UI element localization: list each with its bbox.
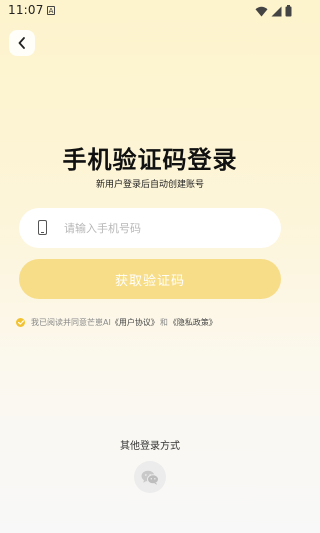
status-time: 11:07: [8, 3, 44, 17]
page-title: 手机验证码登录: [62, 146, 238, 174]
wifi-icon: [255, 6, 268, 16]
phone-icon: [38, 220, 47, 235]
agreement-and: 和: [159, 317, 168, 327]
cellular-signal-icon: [271, 6, 282, 16]
wechat-icon: [141, 470, 159, 485]
agreement-prefix: 我已阅读并同意芒崽AI: [31, 317, 111, 327]
status-icons: [255, 5, 292, 17]
notification-icon: A: [47, 6, 55, 15]
other-login-label: 其他登录方式: [120, 441, 180, 452]
back-button[interactable]: [9, 30, 35, 56]
wechat-login-button[interactable]: [134, 461, 166, 493]
user-agreement-link[interactable]: 《用户协议》: [111, 317, 159, 328]
agreement-row: 我已阅读并同意芒崽AI 《用户协议》 和 《隐私政策》: [16, 315, 217, 329]
status-bar: 11:07 A: [0, 0, 300, 22]
page-subtitle: 新用户登录后自动创建账号: [95, 180, 204, 190]
chevron-left-icon: [18, 37, 25, 49]
phone-field[interactable]: [19, 208, 281, 248]
agree-checkbox[interactable]: [16, 317, 25, 327]
get-code-button[interactable]: 获取验证码: [19, 259, 281, 299]
phone-input[interactable]: [64, 208, 264, 248]
battery-icon: [285, 5, 292, 17]
check-icon: [17, 319, 24, 325]
privacy-policy-link[interactable]: 《隐私政策》: [169, 317, 217, 328]
